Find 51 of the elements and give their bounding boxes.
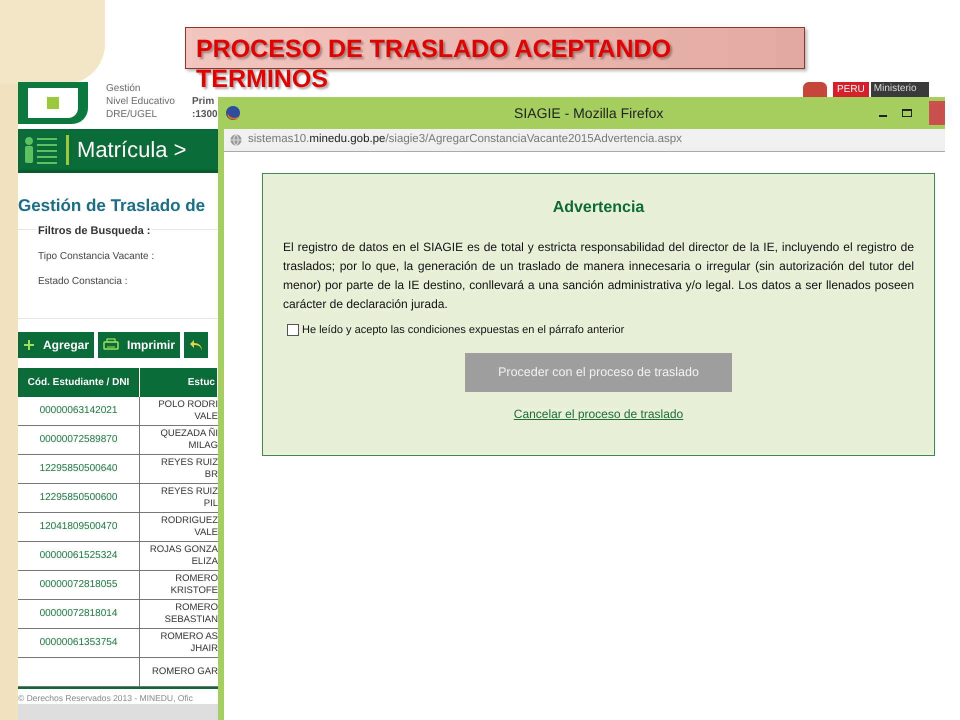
warning-text: El registro de datos en el SIAGIE es de total y estricta responsabilidad del director de la IE, incluyendo el registro de traslados; por lo que, la generación de un traslado de manera innecesaria o irregular (sin autorización del tutor del menor) por parte de la IE destino, conllevará a una sanción administrativa y/o legal. Los datos a ser llenados poseen carácter de declaración jurada.: [283, 239, 914, 313]
country-label: PERU: [833, 82, 869, 97]
table-cell-text: ROMERO KRISTOFE: [170, 572, 218, 598]
filter-label: Tipo Constancia Vacante :: [38, 250, 156, 264]
slide-title: PROCESO DE TRASLADO ACEPTANDO TERMINOS: [196, 34, 672, 94]
toolbar-button[interactable]: Imprimir: [98, 332, 180, 358]
printer-icon: [103, 338, 120, 352]
table-cell-text: ROJAS GONZA ELIZA: [148, 542, 218, 569]
table-cell: 00000072589870: [18, 426, 140, 454]
table-cell-text: RODRIGUEZ VALE: [160, 514, 218, 540]
warning-title: Advertencia: [552, 198, 644, 218]
table-cell: 00000061525324: [18, 542, 140, 570]
table-cell-text: ROMERO SEBASTIAN: [164, 600, 218, 627]
globe-icon: [230, 134, 242, 146]
table-cell-text: ROMERO GAR: [151, 664, 218, 679]
breadcrumb: Matrícula >: [77, 136, 186, 164]
accept-checkbox[interactable]: [287, 324, 299, 336]
checkbox-label: He leído y acepto las condiciones expuestas en el párrafo anterior: [302, 323, 624, 338]
table-cell-text: REYES RUIZ PIL: [160, 484, 218, 511]
table-cell: 12295850500640: [18, 454, 140, 483]
table-cell-text: POLO RODRI VALE: [157, 398, 218, 424]
student-list-icon: [24, 136, 58, 164]
info-label: Nivel Educativo: [106, 95, 176, 108]
back-button[interactable]: [184, 332, 208, 358]
filter-label: Estado Constancia :: [38, 275, 128, 290]
info-label: DRE/UGEL: [106, 108, 158, 121]
plus-icon: [23, 338, 35, 351]
column-header: Cód. Estudiante / DNI: [18, 368, 140, 397]
cancel-link[interactable]: Cancelar el proceso de traslado: [514, 404, 684, 422]
page-heading: Gestión de Traslado de: [18, 195, 206, 218]
info-value: :1300: [192, 108, 218, 121]
table-cell-text: QUEZADA ÑI MILAG: [159, 426, 218, 453]
crest-icon: [803, 82, 827, 97]
info-value: Prim: [192, 95, 214, 108]
column-header: Estuc: [140, 368, 218, 397]
ministry-label: Ministerio: [870, 82, 929, 97]
footer-text: © Derechos Reservados 2013 - MINEDU, Ofic: [18, 692, 194, 704]
back-arrow-icon: [189, 338, 204, 352]
firefox-icon: [225, 105, 241, 121]
table-cell: 12041809500470: [18, 512, 140, 541]
toolbar-button[interactable]: Agregar: [18, 332, 94, 358]
table-cell-text: REYES RUIZ BR: [160, 456, 218, 482]
window-title: SIAGIE - Mozilla Firefox: [514, 104, 664, 122]
info-label: Gestión: [106, 82, 142, 95]
url-text[interactable]: sistemas10.minedu.gob.pe/siagie3/AgregarConstanciaVacante2015Advertencia.aspx: [248, 131, 682, 149]
table-cell: 00000061353754: [18, 628, 140, 657]
table-cell-text: ROMERO AS JHAIR: [159, 630, 218, 656]
table-cell: 12295850500600: [18, 484, 140, 512]
table-cell: 00000072818014: [18, 600, 140, 628]
table-cell: 00000072818055: [18, 570, 140, 599]
table-cell: 00000063142021: [18, 396, 140, 425]
